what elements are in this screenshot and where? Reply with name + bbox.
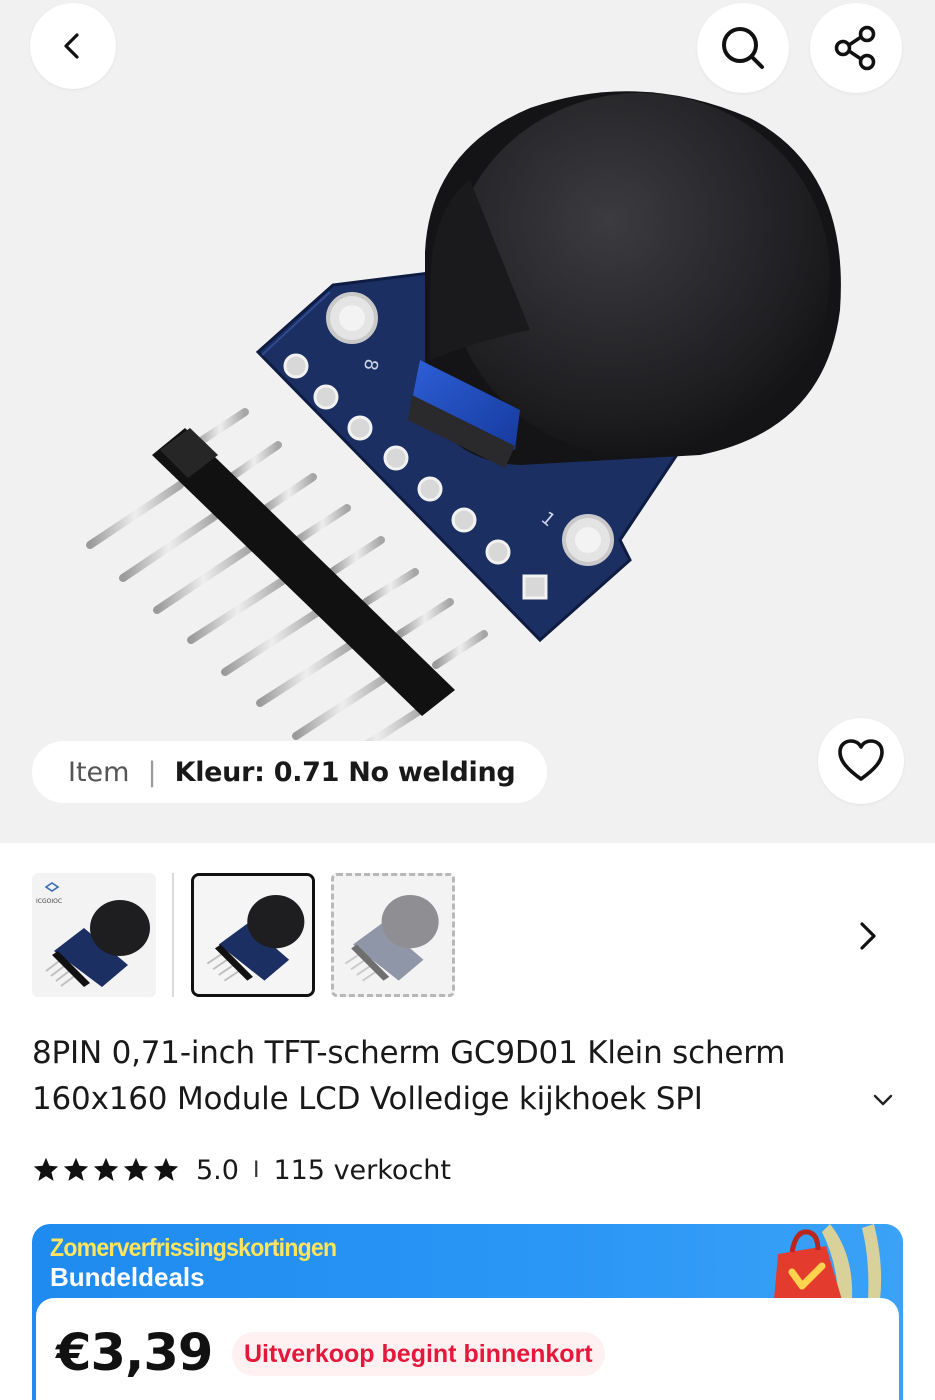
- share-button[interactable]: [810, 3, 902, 93]
- thumbnail-image: [334, 876, 452, 994]
- sold-count: 115 verkocht: [273, 1154, 451, 1186]
- back-button[interactable]: [30, 3, 116, 89]
- thumbnail-divider: [172, 873, 174, 997]
- wishlist-button[interactable]: [818, 718, 904, 804]
- rating-row[interactable]: 5.0 I 115 verkocht: [32, 1150, 451, 1190]
- star-icon: [123, 1157, 149, 1181]
- svg-text:ICGOIOC: ICGOIOC: [36, 898, 62, 905]
- variant-label: Item: [68, 756, 130, 788]
- search-button[interactable]: [697, 3, 789, 93]
- promo-subtitle: Bundeldeals: [50, 1262, 205, 1292]
- star-icon: [93, 1157, 119, 1181]
- rating-separator: I: [252, 1157, 260, 1183]
- heart-icon: [838, 739, 884, 781]
- product-photo: 8 1: [86, 91, 841, 772]
- thumbnail-image: [194, 876, 312, 994]
- star-icon: [63, 1157, 89, 1181]
- star-icon: [33, 1157, 59, 1181]
- rating-value: 5.0: [196, 1154, 239, 1186]
- search-icon: [722, 27, 764, 69]
- selected-variant-pill[interactable]: Item | Kleur: 0.71 No welding: [32, 741, 548, 803]
- chevron-right-icon: [860, 922, 876, 950]
- chevron-left-icon: [64, 33, 79, 59]
- price-card: €3,39 Uitverkoop begint binnenkort: [36, 1298, 899, 1400]
- variant-value: Kleur: 0.71 No welding: [174, 756, 516, 788]
- expand-title-button[interactable]: [868, 1085, 898, 1115]
- chevron-down-icon: [873, 1094, 893, 1106]
- thumbnail-1[interactable]: ICGOIOC: [32, 873, 156, 997]
- thumbnail-3[interactable]: [331, 873, 455, 997]
- star-icon: [153, 1157, 179, 1181]
- product-title: 8PIN 0,71-inch TFT-scherm GC9D01 Klein s…: [32, 1035, 786, 1117]
- variant-separator: |: [147, 756, 157, 788]
- share-icon: [834, 25, 876, 71]
- star-rating: [32, 1156, 180, 1184]
- thumbnail-strip: ICGOIOC: [0, 843, 935, 1013]
- sale-badge: Uitverkoop begint binnenkort: [232, 1332, 605, 1376]
- shopping-bag-icon: [774, 1224, 882, 1300]
- thumbnail-image: ICGOIOC: [32, 873, 156, 997]
- thumbnails-next-button[interactable]: [848, 913, 888, 959]
- product-image-gallery[interactable]: 8 1 Item | Kleur: 0.71 No welding: [0, 0, 935, 843]
- promo-title: Zomerverfrissingskortingen: [50, 1234, 337, 1262]
- thumbnail-2-selected[interactable]: [191, 873, 315, 997]
- price: €3,39: [56, 1324, 213, 1383]
- bundle-deals-banner[interactable]: Zomerverfrissingskortingen Bundeldeals €…: [32, 1224, 903, 1400]
